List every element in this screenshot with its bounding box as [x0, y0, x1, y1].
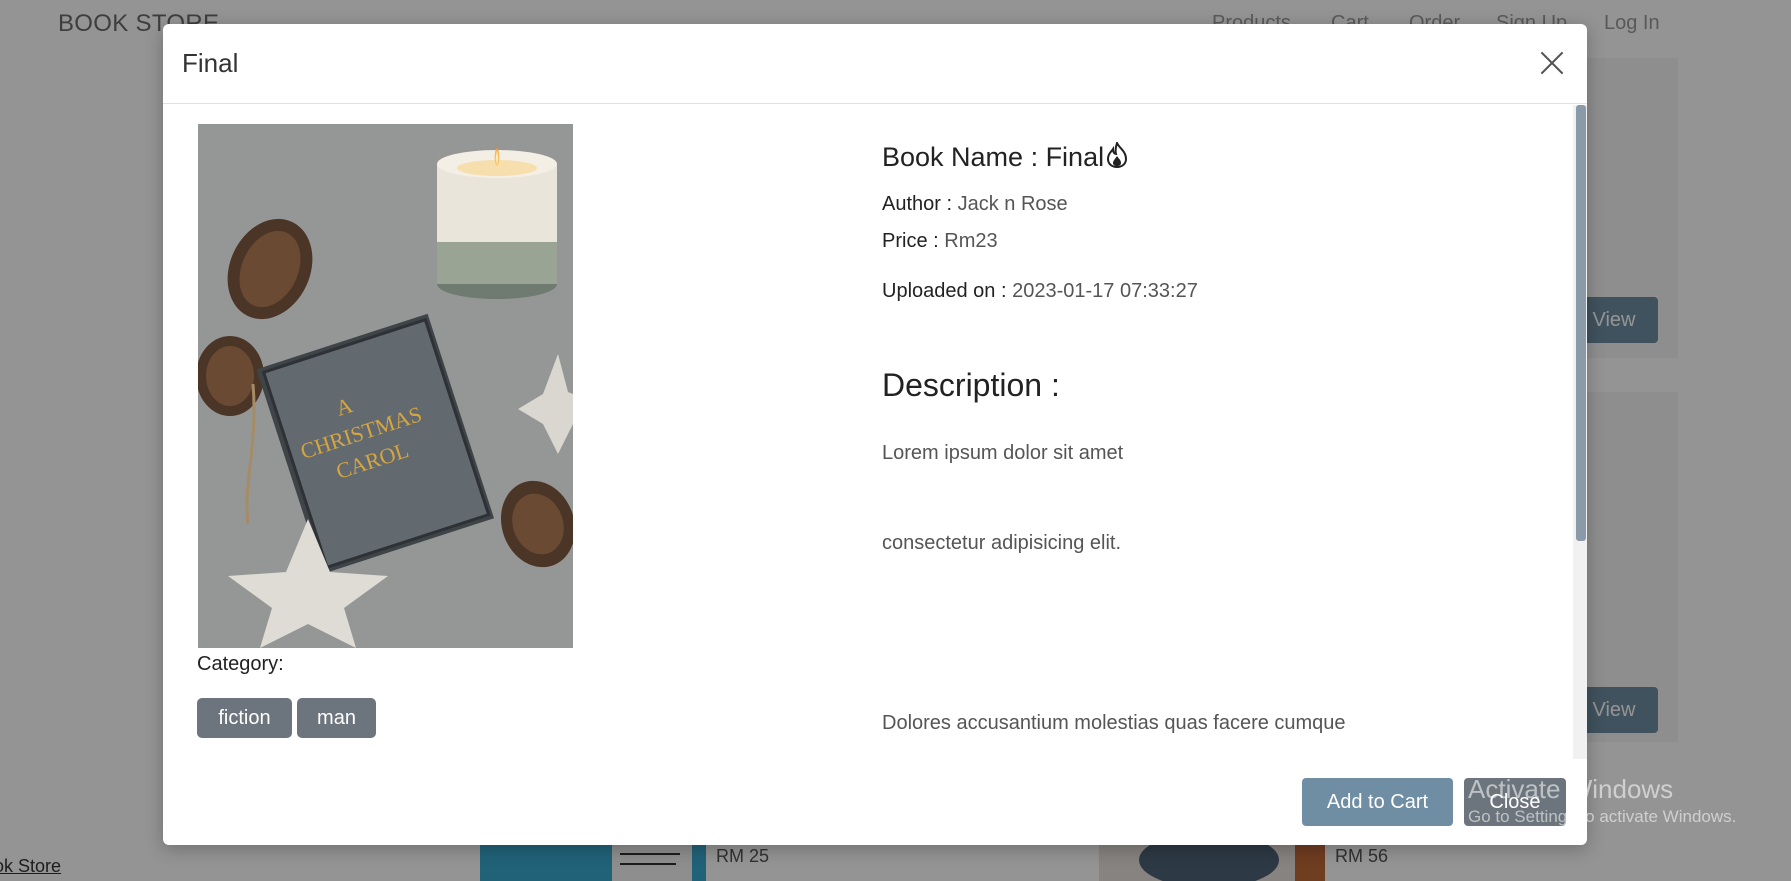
uploaded-label: Uploaded on : — [882, 280, 1013, 302]
modal-title: Final — [182, 48, 239, 78]
author-value: Jack n Rose — [957, 193, 1068, 215]
category-tag-man[interactable]: man — [297, 698, 376, 738]
modal-header: Final — [163, 24, 1587, 104]
uploaded-value: 2023-01-17 07:33:27 — [1012, 280, 1198, 302]
book-details-modal: Final A CHRISTMAS CAROL Category: fictio… — [163, 24, 1587, 845]
modal-body: A CHRISTMAS CAROL Category: fiction man … — [163, 105, 1571, 753]
close-icon[interactable] — [1535, 46, 1569, 80]
category-tag-fiction[interactable]: fiction — [197, 698, 292, 738]
category-label: Category: — [197, 653, 284, 675]
author-row: Author : Jack n Rose — [882, 193, 1068, 216]
uploaded-row: Uploaded on : 2023-01-17 07:33:27 — [882, 280, 1198, 303]
fire-icon — [1107, 142, 1128, 168]
add-to-cart-button[interactable]: Add to Cart — [1302, 778, 1453, 826]
price-label: Price : — [882, 230, 945, 252]
book-cover-image: A CHRISTMAS CAROL — [198, 124, 573, 648]
book-name-heading: Book Name : Final — [882, 142, 1128, 173]
description-paragraph: Lorem ipsum dolor sit amet — [882, 442, 1124, 464]
description-paragraph: Dolores accusantium molestias quas facer… — [882, 712, 1346, 734]
author-label: Author : — [882, 193, 958, 215]
book-name-text: Book Name : Final — [882, 142, 1105, 172]
price-row: Price : Rm23 — [882, 230, 998, 253]
close-button[interactable]: Close — [1464, 778, 1566, 826]
description-paragraph: consectetur adipisicing elit. — [882, 532, 1122, 554]
price-value: Rm23 — [944, 230, 998, 252]
description-heading: Description : — [882, 367, 1060, 403]
modal-scrollbar-thumb[interactable] — [1576, 105, 1586, 541]
